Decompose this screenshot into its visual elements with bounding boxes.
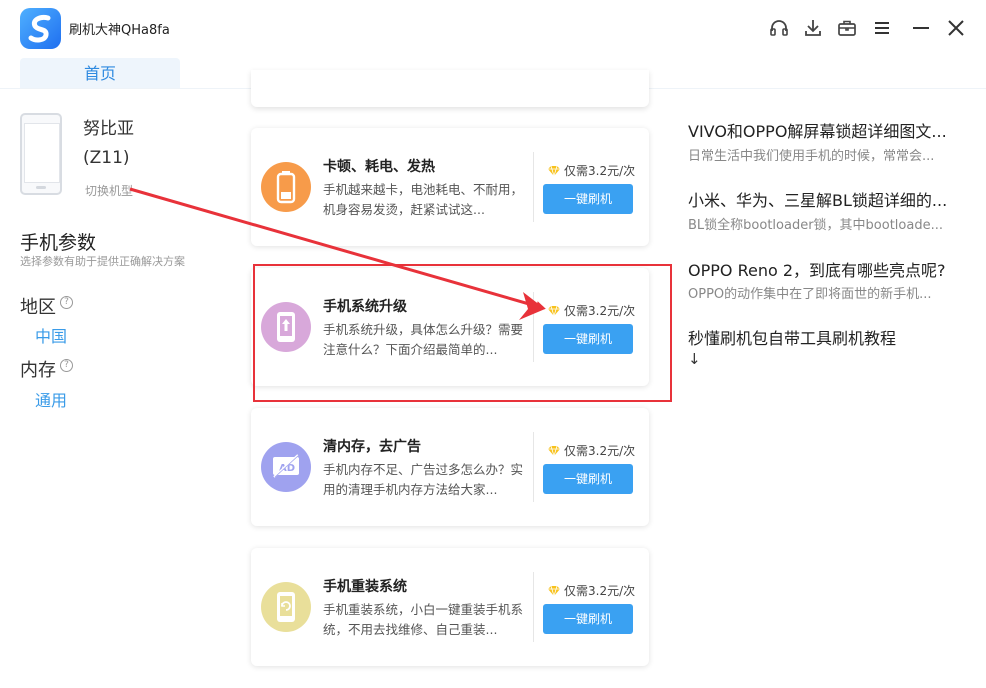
- params-subtitle: 选择参数有助于提供正确解决方案: [20, 255, 185, 268]
- memory-help-icon[interactable]: ?: [60, 359, 73, 372]
- card-desc: 手机重装系统，小白一键重装手机系统，不用去找维修、自己重装...: [323, 602, 524, 637]
- card-divider: [533, 432, 534, 502]
- one-click-flash-button[interactable]: 一键刷机: [543, 464, 633, 494]
- card-title: 卡顿、耗电、发热: [323, 159, 435, 175]
- diamond-icon: [548, 445, 560, 457]
- article-title[interactable]: OPPO Reno 2，到底有哪些亮点呢?: [688, 257, 946, 281]
- card-reinstall-system[interactable]: 手机重装系统 手机重装系统，小白一键重装手机系统，不用去找维修、自己重装... …: [251, 548, 649, 666]
- switch-model-link[interactable]: 切换机型: [85, 182, 133, 199]
- price-tag: 仅需3.2元/次: [547, 162, 635, 179]
- article-title[interactable]: 小米、华为、三星解BL锁超详细的...: [688, 187, 947, 211]
- device-name: 努比亚: [83, 119, 134, 139]
- region-help-icon[interactable]: ?: [60, 296, 73, 309]
- card-title: 手机重装系统: [323, 579, 407, 595]
- phone-reinstall-icon: [261, 582, 311, 632]
- download-icon[interactable]: [801, 16, 825, 40]
- menu-icon[interactable]: [870, 16, 894, 40]
- card-divider: [533, 152, 534, 222]
- card-desc: 手机越来越卡，电池耗电、不耐用，机身容易发烫，赶紧试试这...: [323, 182, 524, 217]
- one-click-flash-button[interactable]: 一键刷机: [543, 184, 633, 214]
- battery-icon: [261, 162, 311, 212]
- diamond-icon: [548, 165, 560, 177]
- price-text: 仅需3.2元/次: [564, 444, 636, 458]
- memory-label: 内存: [20, 360, 56, 381]
- card-partial-top: [251, 70, 649, 107]
- region-label: 地区: [20, 297, 56, 318]
- close-icon[interactable]: [944, 16, 968, 40]
- card-clean-memory[interactable]: AD 清内存，去广告 手机内存不足、广告过多怎么办？实用的清理手机内存方法给大家…: [251, 408, 649, 526]
- card-title: 清内存，去广告: [323, 439, 421, 455]
- article-title[interactable]: 秒懂刷机包自带工具刷机教程: [688, 325, 896, 349]
- one-click-flash-button[interactable]: 一键刷机: [543, 604, 633, 634]
- article-desc: BL锁全称bootloader锁，其中bootloade...: [688, 218, 943, 233]
- params-title: 手机参数: [20, 232, 97, 254]
- annotation-highlight-box: [253, 264, 672, 402]
- article-desc: OPPO的动作集中在了即将面世的新手机...: [688, 287, 932, 302]
- card-desc: 手机内存不足、广告过多怎么办？实用的清理手机内存方法给大家...: [323, 462, 524, 497]
- memory-value[interactable]: 通用: [35, 387, 67, 411]
- briefcase-icon[interactable]: [835, 16, 859, 40]
- device-phone-image: [20, 113, 62, 195]
- app-title: 刷机大神QHa8fa: [69, 23, 170, 38]
- price-text: 仅需3.2元/次: [564, 164, 636, 178]
- device-model: (Z11): [83, 148, 130, 168]
- card-divider: [533, 572, 534, 642]
- diamond-icon: [548, 585, 560, 597]
- headset-icon[interactable]: [767, 16, 791, 40]
- article-desc: 日常生活中我们使用手机的时候，常常会...: [688, 149, 935, 164]
- price-tag: 仅需3.2元/次: [547, 442, 635, 459]
- article-desc: ↓: [688, 350, 701, 368]
- article-title[interactable]: VIVO和OPPO解屏幕锁超详细图文...: [688, 118, 947, 142]
- price-text: 仅需3.2元/次: [564, 584, 636, 598]
- ad-block-icon: AD: [261, 442, 311, 492]
- price-tag: 仅需3.2元/次: [547, 582, 635, 599]
- app-logo: [20, 8, 61, 49]
- card-lag-battery[interactable]: 卡顿、耗电、发热 手机越来越卡，电池耗电、不耐用，机身容易发烫，赶紧试试这...…: [251, 128, 649, 246]
- tab-home[interactable]: 首页: [20, 58, 180, 89]
- region-value[interactable]: 中国: [35, 323, 67, 347]
- minimize-icon[interactable]: [909, 16, 933, 40]
